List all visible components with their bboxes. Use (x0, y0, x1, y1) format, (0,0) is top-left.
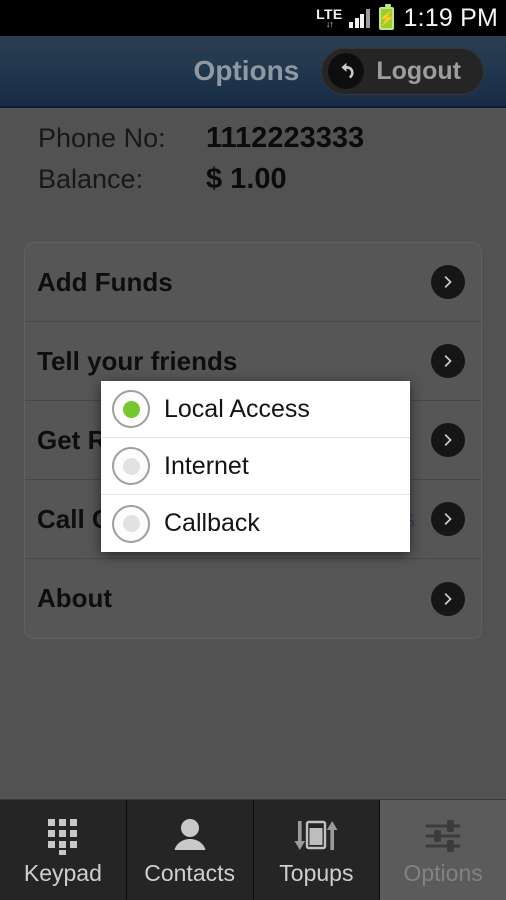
topup-calendar-icon (292, 814, 340, 858)
radio-button-icon[interactable] (112, 504, 150, 543)
dialpad-icon (46, 814, 80, 858)
tab-options[interactable]: Options (380, 800, 506, 900)
call-option-dialog: Local Access Internet Callback (101, 381, 410, 552)
tab-contacts[interactable]: Contacts (126, 800, 254, 900)
dialog-choice-label: Callback (164, 509, 260, 537)
dialog-choice-label: Local Access (164, 394, 310, 423)
lte-indicator: LTE ↓↑ (316, 7, 342, 29)
sliders-icon (423, 814, 463, 858)
data-transfer-arrows-icon: ↓↑ (325, 19, 334, 29)
tab-label: Options (403, 859, 483, 886)
status-bar-clock: 1:19 PM (403, 3, 498, 32)
dialog-choice-label: Internet (164, 451, 249, 480)
tab-keypad[interactable]: Keypad (0, 800, 127, 900)
tab-label: Keypad (23, 859, 102, 886)
person-icon (172, 814, 208, 858)
dialog-choice-internet[interactable]: Internet (101, 438, 410, 495)
dialog-choice-local-access[interactable]: Local Access (101, 381, 410, 438)
dialog-choice-callback[interactable]: Callback (101, 495, 410, 552)
tab-label: Contacts (144, 859, 235, 886)
tab-topups[interactable]: Topups (253, 800, 381, 900)
status-bar: LTE ↓↑ ⚡ 1:19 PM (0, 0, 506, 36)
tab-label: Topups (279, 859, 354, 886)
radio-button-selected-icon[interactable] (112, 390, 150, 428)
signal-bars-icon (349, 8, 371, 28)
bottom-tab-bar: Keypad Contacts Topups Options (0, 799, 506, 900)
app-screen: LTE ↓↑ ⚡ 1:19 PM Options Logout Phone No… (0, 0, 506, 900)
battery-charging-icon: ⚡ (378, 3, 396, 30)
radio-button-icon[interactable] (112, 447, 150, 485)
